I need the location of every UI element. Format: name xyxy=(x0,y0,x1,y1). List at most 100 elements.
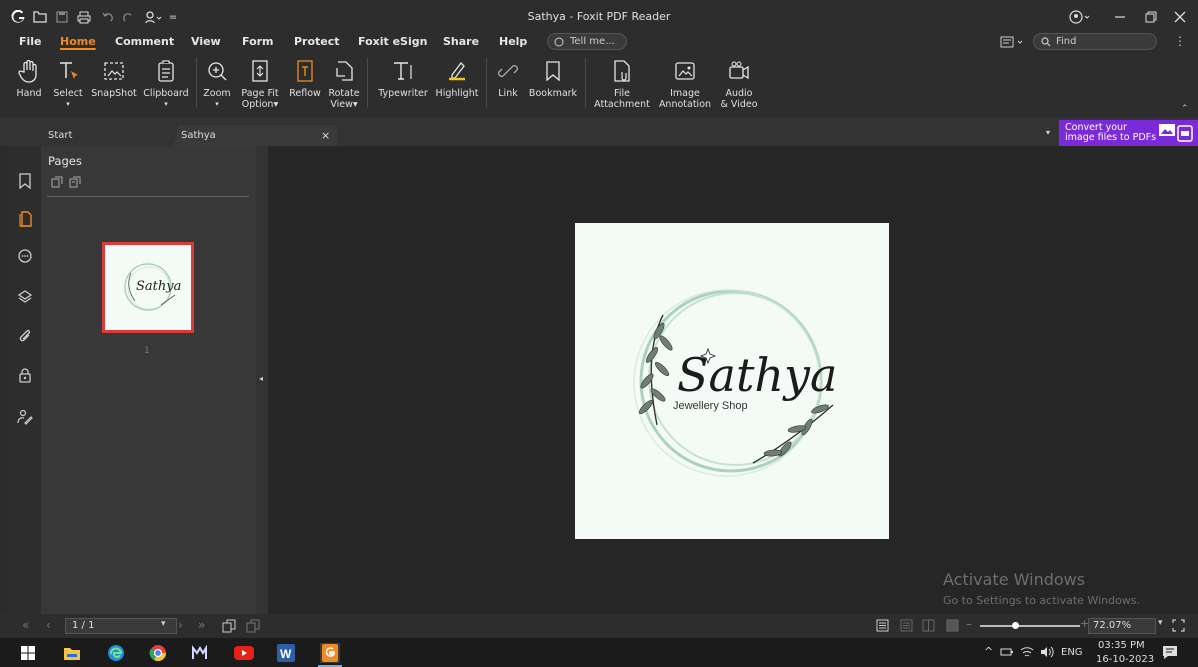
clock-date[interactable]: 16-10-2023 xyxy=(1096,654,1154,665)
previous-page-icon[interactable]: ‹ xyxy=(46,618,51,632)
tab-file[interactable]: File xyxy=(19,35,42,48)
clipboard-button[interactable]: Clipboard ▾ xyxy=(143,54,189,110)
logo-subtitle: Jewellery Shop xyxy=(673,400,748,412)
signature-panel-icon[interactable] xyxy=(16,408,34,426)
find-input[interactable]: Find xyxy=(1033,33,1157,50)
file-explorer-icon[interactable] xyxy=(62,643,82,663)
tab-help[interactable]: Help xyxy=(499,35,527,48)
attachments-panel-icon[interactable] xyxy=(16,328,34,346)
app-m-icon[interactable] xyxy=(190,643,210,663)
next-view-icon[interactable] xyxy=(246,619,260,633)
zoom-out-icon[interactable]: – xyxy=(966,617,972,631)
system-tray-expand-icon[interactable]: ^ xyxy=(984,645,993,658)
tab-comment[interactable]: Comment xyxy=(115,35,174,48)
wifi-icon[interactable] xyxy=(1020,646,1034,658)
convert-images-promo[interactable]: Convert your image files to PDFs xyxy=(1059,120,1198,146)
tab-foxit-esign[interactable]: Foxit eSign xyxy=(358,35,427,48)
tab-sathya[interactable]: Sathya × xyxy=(173,125,337,146)
restore-icon[interactable] xyxy=(1143,8,1159,26)
search-options-icon[interactable] xyxy=(1000,35,1026,49)
tab-form[interactable]: Form xyxy=(242,35,274,48)
zoom-button[interactable]: Zoom ▾ xyxy=(202,54,232,110)
clipboard-label: Clipboard xyxy=(143,88,189,99)
typewriter-label: Typewriter xyxy=(378,88,428,99)
notification-center-icon[interactable] xyxy=(1162,644,1178,660)
collapse-panel-icon[interactable]: ◂ xyxy=(259,374,263,383)
tab-share[interactable]: Share xyxy=(443,35,479,48)
zoom-level-input[interactable]: 72.07% xyxy=(1088,618,1156,634)
tell-me-search[interactable]: Tell me... xyxy=(547,33,627,50)
clock-time[interactable]: 03:35 PM xyxy=(1098,640,1145,651)
zoom-in-icon xyxy=(206,54,228,88)
find-placeholder: Find xyxy=(1056,36,1077,47)
page-delete-icon[interactable] xyxy=(69,176,81,188)
rotate-view-button[interactable]: Rotate View▾ xyxy=(327,54,361,110)
select-dropdown-icon[interactable]: ▾ xyxy=(66,99,70,110)
file-attachment-button[interactable]: File Attachment xyxy=(593,54,651,110)
zoom-dropdown-icon[interactable]: ▾ xyxy=(215,99,219,110)
close-icon[interactable] xyxy=(1172,8,1188,26)
bookmark-button[interactable]: Bookmark xyxy=(528,54,578,99)
file-attachment-icon xyxy=(612,54,632,88)
typewriter-button[interactable]: Typewriter xyxy=(375,54,431,99)
edge-browser-icon[interactable] xyxy=(106,643,126,663)
panel-splitter[interactable]: ◂ xyxy=(256,146,268,614)
image-annotation-label-2: Annotation xyxy=(658,99,712,110)
audio-video-label-2: & Video xyxy=(720,99,758,110)
word-icon[interactable]: W xyxy=(276,643,296,663)
continuous-facing-view-icon[interactable] xyxy=(946,619,959,632)
user-circle-icon[interactable] xyxy=(1068,8,1092,26)
page-thumbnail[interactable]: Sathya xyxy=(102,242,194,333)
next-page-icon[interactable]: › xyxy=(178,618,183,632)
snapshot-button[interactable]: SnapShot xyxy=(89,54,139,99)
first-page-icon[interactable]: « xyxy=(22,618,29,632)
volume-icon[interactable] xyxy=(1040,646,1054,658)
image-annotation-button[interactable]: Image Annotation xyxy=(657,54,713,110)
continuous-view-icon[interactable] xyxy=(900,619,913,632)
last-page-icon[interactable]: » xyxy=(198,618,205,632)
comments-panel-icon[interactable] xyxy=(16,248,34,266)
language-indicator[interactable]: ENG xyxy=(1061,647,1083,658)
clipboard-dropdown-icon[interactable]: ▾ xyxy=(164,99,168,110)
page-fit-label-2: Option▾ xyxy=(241,99,279,110)
minimize-icon[interactable] xyxy=(1112,8,1128,26)
foxit-taskbar-icon[interactable] xyxy=(320,643,340,663)
full-screen-icon[interactable] xyxy=(1172,619,1185,632)
page-number-input[interactable]: 1 / 1 ▾ xyxy=(65,618,177,634)
promo-dropdown-icon[interactable]: ▾ xyxy=(1046,128,1050,137)
highlight-button[interactable]: Highlight xyxy=(435,54,479,99)
hand-tool-button[interactable]: Hand xyxy=(14,54,44,99)
page-fit-option-button[interactable]: Page Fit Option▾ xyxy=(238,54,282,110)
reflow-button[interactable]: Reflow xyxy=(287,54,323,99)
single-page-view-icon[interactable] xyxy=(876,619,889,632)
zoom-slider-handle[interactable] xyxy=(1012,622,1019,629)
tab-sathya-label: Sathya xyxy=(181,130,216,141)
previous-view-icon[interactable] xyxy=(222,619,236,633)
audio-video-button[interactable]: Audio & Video xyxy=(718,54,760,110)
link-button[interactable]: Link xyxy=(495,54,521,99)
tab-view[interactable]: View xyxy=(191,35,221,48)
tab-start[interactable]: Start xyxy=(40,125,175,146)
page-options-icon[interactable] xyxy=(51,176,63,188)
more-options-icon[interactable]: ⋮ xyxy=(1174,35,1186,49)
close-tab-icon[interactable]: × xyxy=(321,125,330,146)
document-tab-strip: Start Sathya × ▾ Convert your image file… xyxy=(0,118,1198,146)
security-panel-icon[interactable] xyxy=(16,366,34,384)
collapse-ribbon-icon[interactable]: ⌃ xyxy=(1181,104,1191,114)
page-dropdown-icon[interactable]: ▾ xyxy=(161,619,166,629)
chrome-browser-icon[interactable] xyxy=(148,643,168,663)
youtube-icon[interactable] xyxy=(234,643,254,663)
pdf-page[interactable]: Sathya Jewellery Shop xyxy=(575,223,889,539)
zoom-level-dropdown-icon[interactable]: ▾ xyxy=(1158,618,1163,628)
select-tool-button[interactable]: Select ▾ xyxy=(50,54,86,110)
battery-icon[interactable] xyxy=(1000,646,1014,658)
windows-start-icon[interactable] xyxy=(18,643,38,663)
zoom-slider[interactable] xyxy=(980,625,1080,627)
facing-view-icon[interactable] xyxy=(922,619,935,632)
audio-video-label: Audio xyxy=(725,88,753,99)
tab-home[interactable]: Home xyxy=(60,35,96,48)
layers-panel-icon[interactable] xyxy=(16,288,34,306)
tab-protect[interactable]: Protect xyxy=(294,35,340,48)
bookmark-panel-icon[interactable] xyxy=(16,172,34,190)
pages-panel-icon[interactable] xyxy=(16,210,34,228)
